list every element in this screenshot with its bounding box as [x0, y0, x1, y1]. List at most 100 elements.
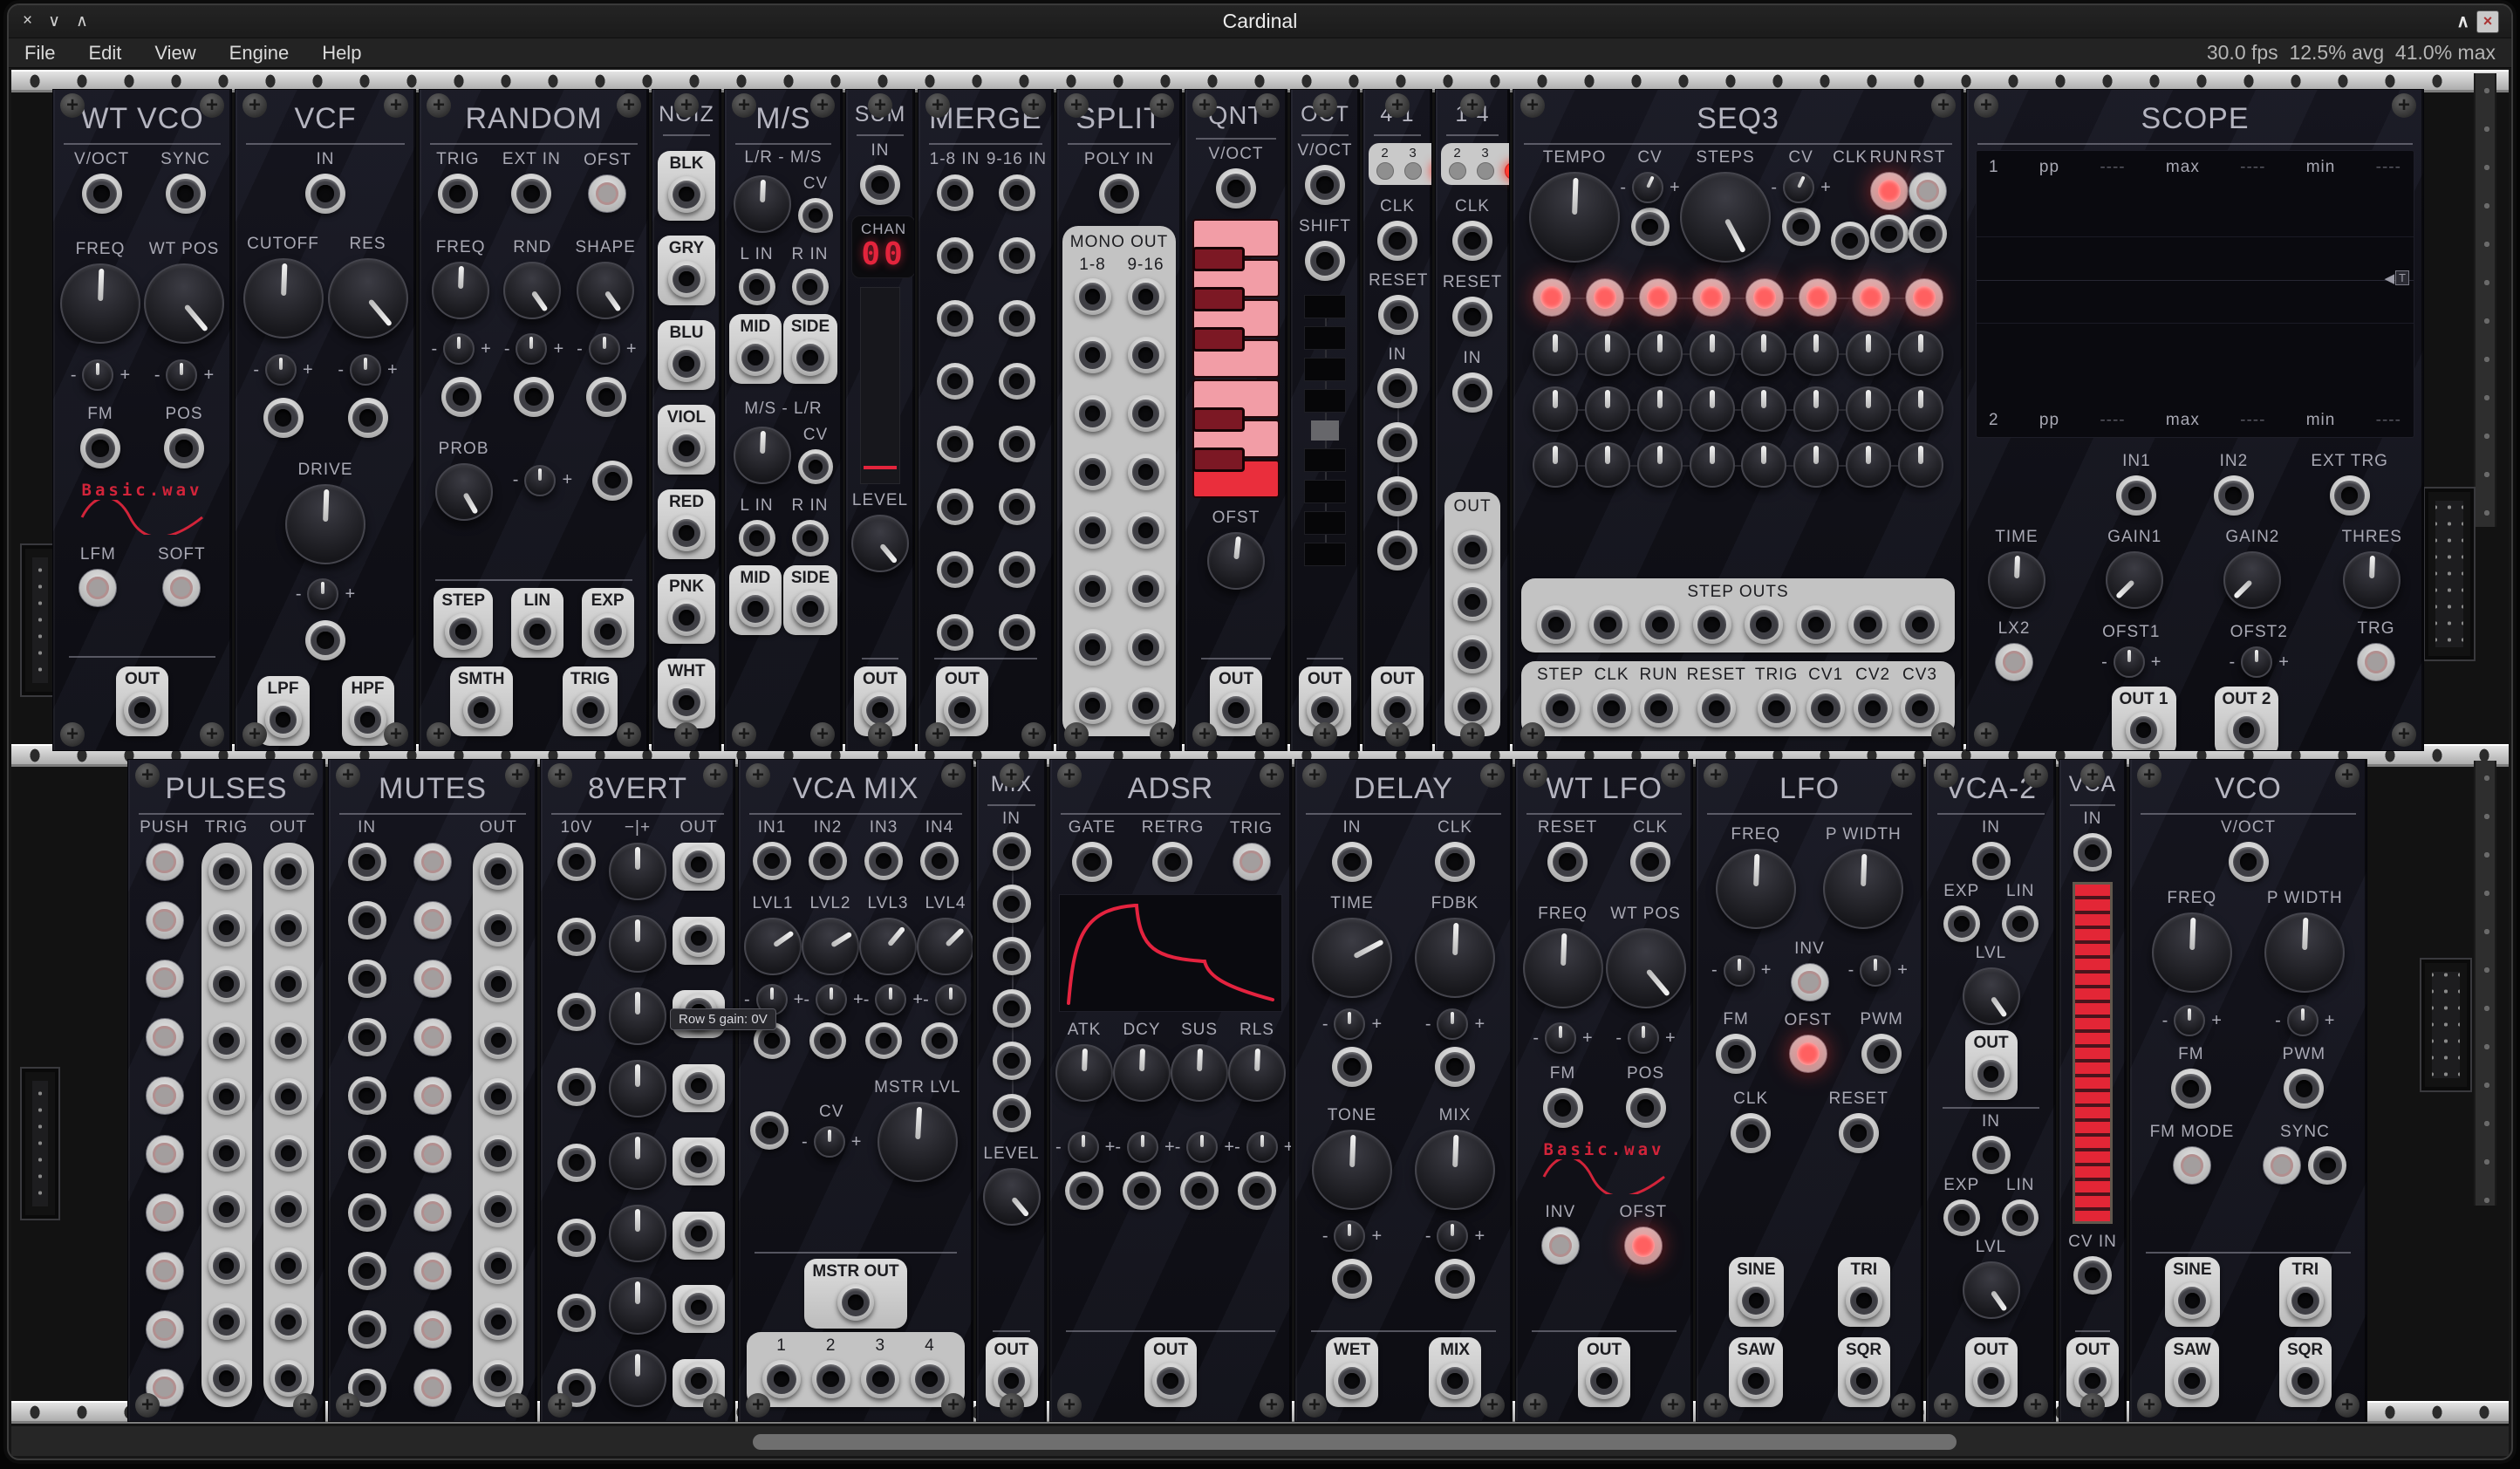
jack-9-16-out[interactable]: [1128, 337, 1164, 373]
jack-cv[interactable]: [798, 449, 833, 484]
jack[interactable]: [999, 551, 1035, 588]
jack[interactable]: [1782, 208, 1820, 246]
jack[interactable]: [865, 1022, 902, 1059]
jack[interactable]: [937, 551, 973, 588]
jack[interactable]: [1435, 1047, 1475, 1087]
menu-item-view[interactable]: View: [154, 42, 195, 65]
module-vca-2[interactable]: VCA-2INEXPLINLVLOUTINEXPLINLVLOUT++++: [1926, 759, 2056, 1422]
led-button[interactable]: [413, 901, 452, 939]
jack[interactable]: [480, 1360, 516, 1397]
jack[interactable]: [999, 174, 1035, 211]
jack-cv2[interactable]: [1854, 689, 1892, 728]
jack-tri[interactable]: [2287, 1282, 2324, 1319]
knob[interactable]: [1690, 331, 1735, 376]
knob-level[interactable]: [851, 515, 909, 572]
jack[interactable]: [592, 461, 632, 501]
knob-lvl2[interactable]: [802, 918, 859, 975]
trim-knob[interactable]: [1334, 1220, 1365, 1252]
led-button-lx2[interactable]: [1995, 643, 2033, 681]
jack[interactable]: [1909, 215, 1947, 253]
jack-sine[interactable]: [1738, 1282, 1774, 1319]
jack-smth[interactable]: [463, 692, 500, 728]
jack[interactable]: [993, 885, 1031, 923]
knob-freq[interactable]: [1716, 849, 1796, 929]
module-mix[interactable]: MIXINLEVELOUT++: [976, 759, 1047, 1422]
led-button[interactable]: [1639, 278, 1677, 317]
knob-rls[interactable]: [1228, 1044, 1286, 1102]
jack-cv3[interactable]: [1901, 689, 1939, 728]
led-button[interactable]: [146, 1076, 184, 1115]
jack[interactable]: [937, 426, 973, 462]
jack-clk[interactable]: [1593, 689, 1631, 728]
module-vca[interactable]: VCAINCV INOUT++: [2059, 759, 2127, 1422]
led-button[interactable]: [1870, 172, 1909, 210]
jack-trig[interactable]: [438, 174, 478, 214]
jack-run[interactable]: [1640, 689, 1678, 728]
jack-l-in[interactable]: [739, 520, 775, 557]
led-button[interactable]: [146, 1193, 184, 1232]
knob-cutoff[interactable]: [243, 258, 324, 338]
jack[interactable]: [480, 1303, 516, 1340]
jack[interactable]: [999, 489, 1035, 525]
jack[interactable]: [480, 910, 516, 946]
jack-out-1[interactable]: [2126, 712, 2162, 748]
knob-wt-pos[interactable]: [144, 263, 224, 344]
trim-knob[interactable]: [1127, 1131, 1158, 1163]
jack[interactable]: [208, 1303, 245, 1340]
jack-cv[interactable]: [798, 198, 833, 233]
jack[interactable]: [1377, 368, 1417, 408]
jack[interactable]: [270, 1360, 307, 1397]
scrollbar-thumb[interactable]: [753, 1434, 1957, 1450]
trim-knob[interactable]: [1632, 172, 1663, 203]
module-seq3[interactable]: SEQ3TEMPOCV-+STEPSCV-+CLKRUNRSTSTEP OUTS…: [1513, 89, 1963, 751]
octave-segment[interactable]: [1304, 480, 1346, 503]
jack[interactable]: [208, 910, 245, 946]
led-button[interactable]: [1799, 278, 1837, 317]
jack[interactable]: [993, 989, 1031, 1028]
jack-4[interactable]: [911, 1360, 949, 1398]
jack[interactable]: [208, 966, 245, 1002]
trim-knob[interactable]: [350, 354, 381, 386]
jack-ext-in[interactable]: [511, 174, 551, 214]
jack-exp[interactable]: [1943, 1199, 1980, 1236]
trim-knob[interactable]: [2114, 646, 2145, 678]
knob[interactable]: [609, 1132, 666, 1190]
jack-in1[interactable]: [2116, 475, 2156, 516]
knob-lvl[interactable]: [1963, 967, 2020, 1025]
knob-rnd[interactable]: [503, 262, 561, 319]
led-button[interactable]: [146, 901, 184, 939]
knob-drive[interactable]: [285, 484, 365, 564]
led-button[interactable]: [1586, 278, 1624, 317]
jack-sqr[interactable]: [2287, 1363, 2324, 1399]
knob[interactable]: [1533, 386, 1578, 432]
jack[interactable]: [348, 1018, 386, 1056]
jack[interactable]: [999, 426, 1035, 462]
jack-1-8-out[interactable]: [1075, 337, 1111, 373]
module-pulses[interactable]: PULSESPUSHTRIGOUT++++: [127, 759, 325, 1422]
jack-side[interactable]: [792, 591, 829, 627]
knob[interactable]: [734, 427, 791, 484]
jack-in1[interactable]: [753, 842, 791, 880]
module-delay[interactable]: DELAYINCLKTIMEFDBK-+-+TONEMIX-+-+WETMIX+…: [1294, 759, 1513, 1422]
jack[interactable]: [999, 363, 1035, 400]
trim-knob[interactable]: [1860, 955, 1891, 987]
led-button[interactable]: [1909, 172, 1947, 210]
knob[interactable]: [1846, 386, 1891, 432]
jack-reset[interactable]: [1452, 297, 1492, 337]
knob-wt-pos[interactable]: [1606, 928, 1686, 1008]
jack[interactable]: [480, 1135, 516, 1172]
knob[interactable]: [609, 1277, 666, 1335]
led-button[interactable]: [413, 1076, 452, 1115]
jack[interactable]: [263, 398, 304, 438]
knob[interactable]: [1637, 386, 1683, 432]
raise-window-icon[interactable]: ∧: [2456, 10, 2464, 32]
led-button[interactable]: [413, 1369, 452, 1407]
jack[interactable]: [480, 853, 516, 890]
menu-item-edit[interactable]: Edit: [88, 42, 121, 65]
jack-out[interactable]: [1973, 1363, 2010, 1399]
channel-selector[interactable]: 234: [1369, 143, 1432, 185]
jack-blk[interactable]: [668, 176, 705, 213]
led-button[interactable]: [413, 1252, 452, 1290]
jack-sine[interactable]: [2174, 1282, 2210, 1319]
jack-sqr[interactable]: [1846, 1363, 1882, 1399]
